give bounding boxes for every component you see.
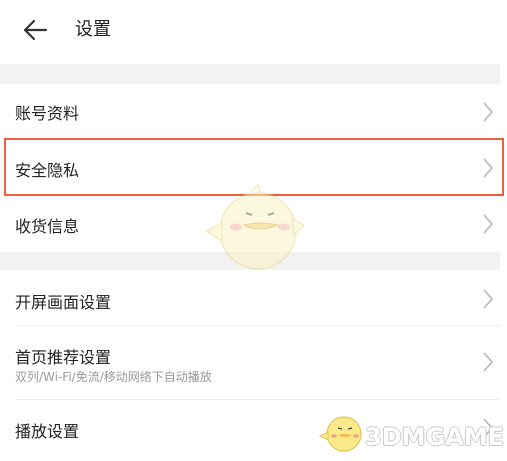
mascot-watermark-icon: [204, 183, 306, 270]
settings-item-label: 首页推荐设置: [15, 348, 112, 367]
arrow-left-icon[interactable]: [22, 18, 48, 42]
chevron-right-icon: [483, 352, 494, 372]
page-title: 设置: [75, 19, 111, 40]
watermark-text: 3DMGAME: [365, 423, 505, 451]
settings-item-label: 收货信息: [15, 217, 80, 236]
section-divider: [0, 64, 500, 84]
chevron-right-icon: [483, 289, 494, 309]
top-bar: 设置: [0, 0, 507, 64]
settings-item-label: 开屏画面设置: [15, 293, 112, 312]
settings-item-label: 账号资料: [15, 104, 80, 123]
settings-item-home-recommend[interactable]: 首页推荐设置 双列/Wi-Fi/免流/移动网络下自动播放: [0, 326, 500, 400]
settings-item-subtitle: 双列/Wi-Fi/免流/移动网络下自动播放: [15, 370, 212, 384]
settings-item-label: 播放设置: [15, 422, 80, 441]
chevron-right-icon: [483, 214, 494, 234]
settings-item-splash-screen[interactable]: 开屏画面设置: [0, 270, 500, 326]
settings-item-account-profile[interactable]: 账号资料: [0, 84, 500, 140]
chevron-right-icon: [483, 102, 494, 122]
